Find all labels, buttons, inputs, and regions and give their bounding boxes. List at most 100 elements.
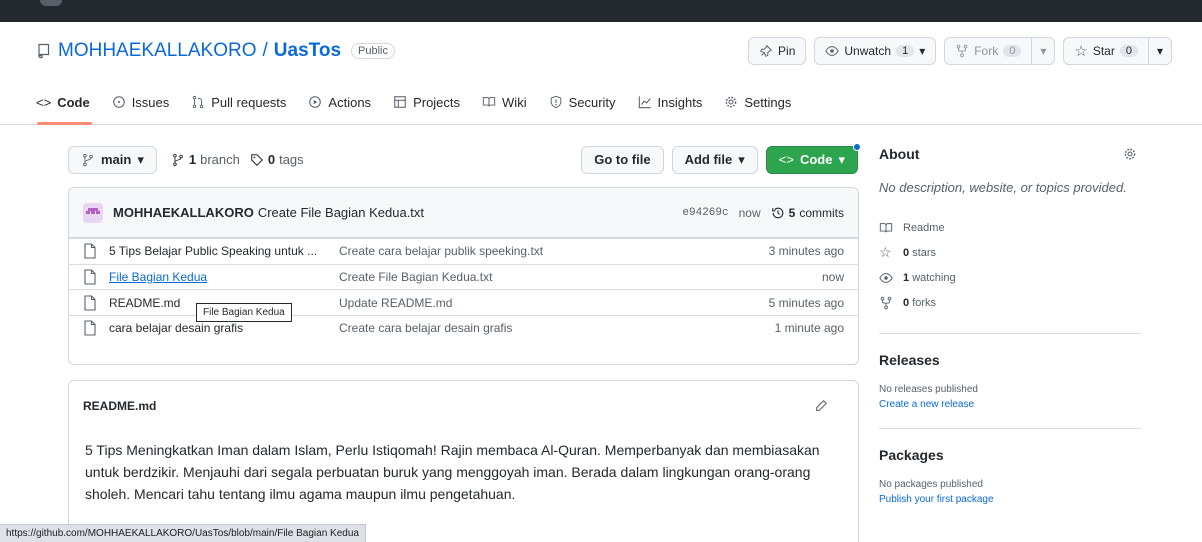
gear-icon[interactable]: [1123, 147, 1137, 161]
branch-label: branch: [200, 152, 240, 167]
identicon-icon: [86, 207, 100, 214]
create-release-link[interactable]: Create a new release: [879, 399, 1141, 410]
stars-link[interactable]: ☆ 0 stars: [879, 240, 1141, 265]
tab-label: Settings: [744, 94, 792, 110]
graph-icon: [638, 96, 651, 109]
table-row[interactable]: cara belajar desain grafis Create cara b…: [69, 315, 858, 341]
tab-pull-requests[interactable]: Pull requests: [191, 90, 286, 114]
tab-settings[interactable]: Settings: [724, 90, 791, 114]
fork-button[interactable]: Fork 0 ▾: [944, 37, 1056, 65]
go-to-file-button[interactable]: Go to file: [581, 145, 664, 174]
readme-panel: README.md 5 Tips Meningkatkan Iman dalam…: [68, 380, 859, 542]
chevron-down-icon: ▾: [738, 151, 745, 167]
readme-title: README.md: [83, 398, 157, 413]
pin-label: Pin: [778, 44, 796, 58]
code-button-label: Code: [799, 152, 833, 167]
repo-header: MOHHAEKALLAKORO / UasTos Public: [36, 38, 395, 64]
shield-icon: [550, 95, 561, 109]
repo-description: No description, website, or topics provi…: [879, 180, 1127, 195]
tab-label: Pull requests: [211, 94, 287, 110]
code-button[interactable]: <> Code ▾: [765, 142, 861, 174]
tab-divider: [0, 124, 1202, 125]
eye-icon: [879, 272, 893, 283]
packages-title[interactable]: Packages: [879, 447, 1141, 463]
table-row[interactable]: 5 Tips Belajar Public Speaking untuk ...…: [69, 238, 858, 264]
tab-wiki[interactable]: Wiki: [482, 90, 527, 114]
tab-issues[interactable]: Issues: [112, 90, 170, 114]
avatar[interactable]: [83, 202, 103, 223]
fork-count: 0: [1003, 45, 1022, 57]
branch-count: 1: [188, 152, 197, 167]
fork-dropdown[interactable]: ▾: [1031, 38, 1054, 64]
browser-status-url: https://github.com/MOHHAEKALLAKORO/UasTo…: [0, 524, 366, 542]
unwatch-button[interactable]: Unwatch 1 ▾: [814, 37, 937, 65]
branch-count-link[interactable]: 1 branch: [171, 152, 240, 167]
add-file-button[interactable]: Add file ▾: [671, 145, 758, 174]
commit-sha[interactable]: e94269c: [682, 207, 728, 219]
table-row[interactable]: README.md Update README.md 5 minutes ago: [69, 289, 858, 315]
tab-label: Insights: [657, 94, 703, 110]
file-actions: Go to file Add file ▾ <> Code ▾: [581, 142, 861, 174]
code-icon: <>: [36, 94, 52, 110]
readme-link[interactable]: Readme: [879, 215, 1141, 240]
file-commit-message[interactable]: Create cara belajar publik speeking.txt: [339, 244, 769, 258]
releases-title[interactable]: Releases: [879, 352, 1141, 368]
repo-action-buttons: Pin Unwatch 1 ▾ Fork 0 ▾ ☆ Star 0 ▾: [748, 37, 1172, 65]
fork-icon: [880, 296, 892, 309]
pencil-icon[interactable]: [814, 399, 828, 413]
file-list: MOHHAEKALLAKORO Create File Bagian Kedua…: [68, 187, 859, 365]
watching-link[interactable]: 1 watching: [879, 265, 1141, 290]
file-name-link[interactable]: 5 Tips Belajar Public Speaking untuk ...: [109, 244, 339, 258]
publish-package-link[interactable]: Publish your first package: [879, 494, 1141, 505]
commit-time: now: [738, 205, 761, 220]
repo-name-link[interactable]: UasTos: [274, 40, 341, 62]
branch-select-button[interactable]: main ▾: [68, 145, 157, 174]
chevron-down-icon: ▾: [1040, 44, 1047, 58]
file-icon: [84, 269, 96, 285]
about-header: About: [879, 144, 1141, 164]
unwatch-label: Unwatch: [844, 44, 892, 58]
repo-owner-link[interactable]: MOHHAEKALLAKORO: [58, 40, 257, 62]
book-icon: [879, 222, 893, 232]
readme-content: 5 Tips Meningkatkan Iman dalam Islam, Pe…: [85, 442, 820, 502]
commit-author[interactable]: MOHHAEKALLAKORO: [113, 205, 254, 220]
table-row[interactable]: File Bagian Kedua Create File Bagian Ked…: [69, 263, 858, 290]
pin-button[interactable]: Pin: [748, 37, 807, 65]
chevron-down-icon: ▾: [137, 151, 144, 167]
tab-label: Issues: [131, 94, 170, 110]
file-age: now: [821, 270, 844, 285]
tab-projects[interactable]: Projects: [393, 90, 460, 114]
chevron-down-icon: ▾: [838, 151, 845, 167]
file-commit-message[interactable]: Create cara belajar desain grafis: [339, 321, 775, 335]
star-label: Star: [1092, 44, 1115, 58]
forks-link[interactable]: 0 forks: [879, 290, 1141, 315]
tab-security[interactable]: Security: [549, 90, 616, 114]
tag-count-link[interactable]: 0 tags: [250, 152, 304, 167]
chevron-down-icon: ▾: [1156, 44, 1163, 58]
commit-history-link[interactable]: 5 commits: [771, 206, 844, 220]
watching-count: 1: [903, 271, 910, 284]
readme-link-label: Readme: [903, 221, 945, 234]
table-icon: [394, 96, 406, 108]
commit-meta: e94269c now 5 commits: [682, 206, 844, 220]
tab-insights[interactable]: Insights: [638, 90, 703, 114]
file-commit-message[interactable]: Create File Bagian Kedua.txt: [339, 270, 822, 284]
packages-empty: No packages published: [879, 479, 983, 490]
commit-message[interactable]: Create File Bagian Kedua.txt: [258, 205, 424, 220]
tab-actions[interactable]: Actions: [308, 90, 371, 114]
history-icon: [771, 207, 783, 218]
top-bar-tab-nub: [40, 0, 62, 6]
repo-facts: Readme ☆ 0 stars 1 watching 0 forks: [879, 215, 1141, 315]
star-button[interactable]: ☆ Star 0 ▾: [1063, 37, 1172, 65]
tab-code[interactable]: <> Code: [36, 90, 90, 114]
star-dropdown[interactable]: ▾: [1147, 38, 1171, 64]
file-commit-message[interactable]: Update README.md: [339, 296, 769, 310]
book-icon: [482, 97, 496, 107]
repo-icon: [38, 43, 50, 59]
stars-count: 0: [903, 246, 910, 259]
repo-separator: /: [262, 40, 268, 61]
tab-label: Code: [57, 94, 90, 110]
sidebar-divider: [879, 333, 1141, 334]
file-name-link[interactable]: cara belajar desain grafis: [109, 321, 339, 335]
file-name-link[interactable]: File Bagian Kedua: [109, 270, 339, 284]
